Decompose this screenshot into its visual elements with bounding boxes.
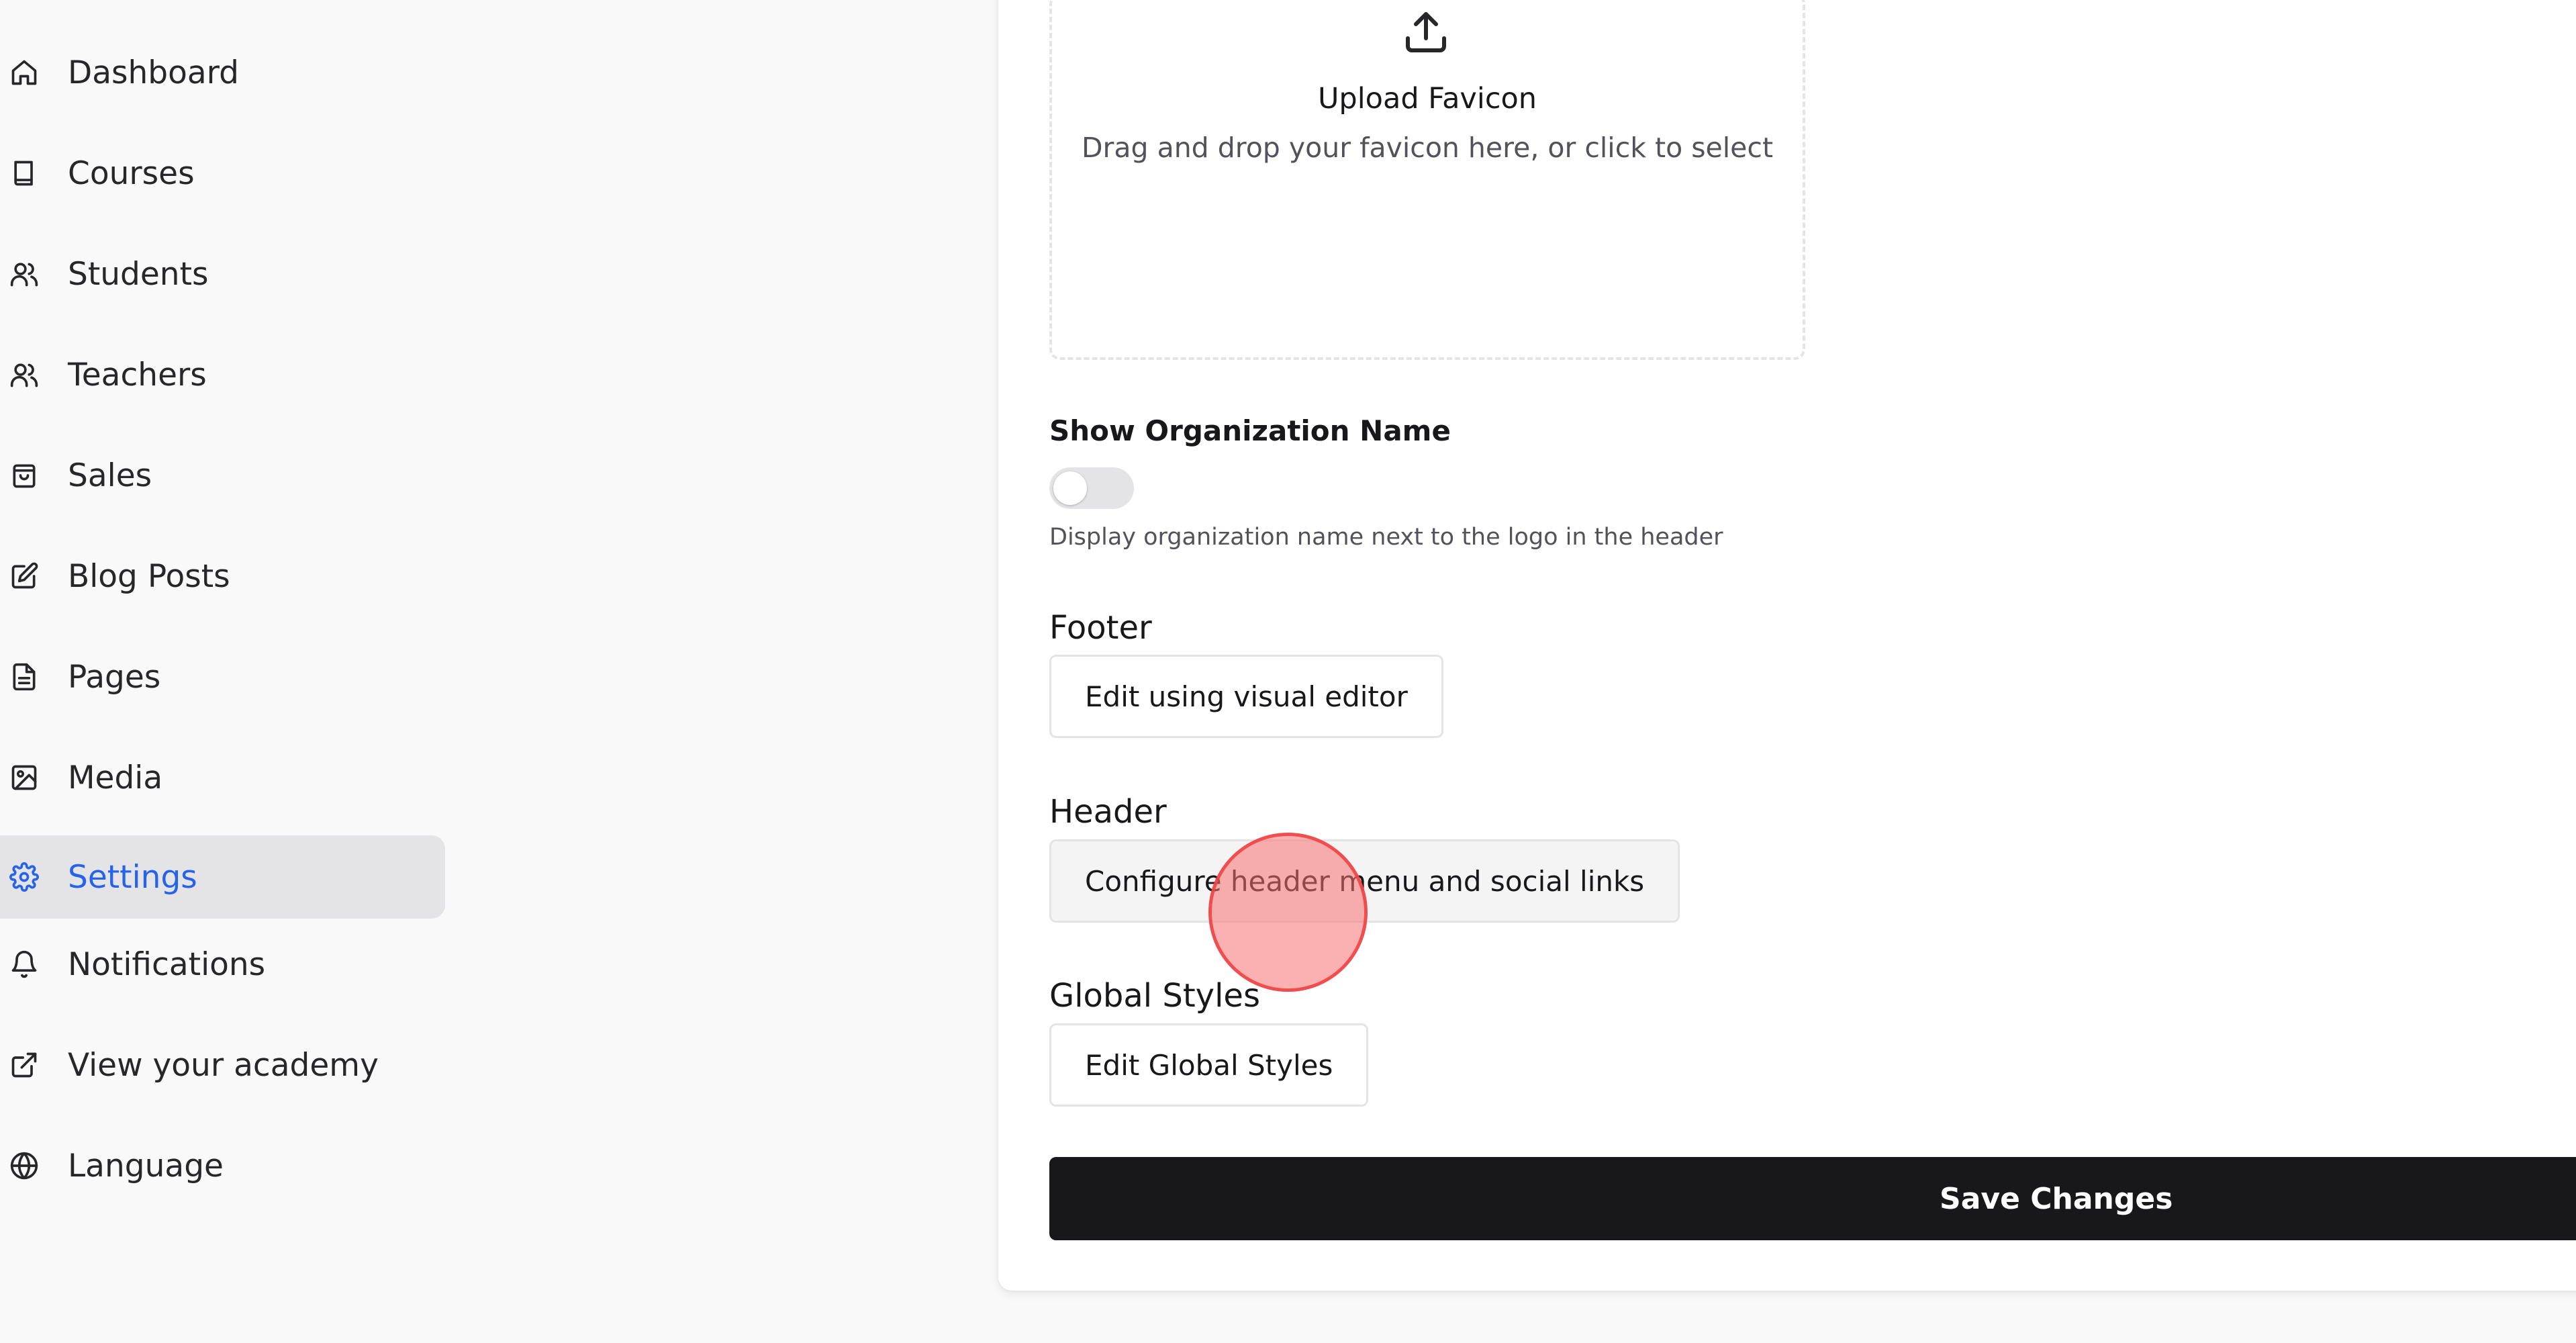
sidebar-item-label: View your academy <box>68 1046 379 1084</box>
dropzone-subtitle: Drag and drop your favicon here, or clic… <box>1081 132 1774 164</box>
sidebar-item-students[interactable]: Students <box>0 232 445 316</box>
sidebar-item-settings[interactable]: Settings <box>0 835 445 919</box>
sidebar-item-teachers[interactable]: Teachers <box>0 333 445 416</box>
sidebar-item-sales[interactable]: Sales <box>0 434 445 517</box>
book-icon <box>7 156 42 191</box>
sidebar-item-label: Language <box>68 1147 224 1185</box>
edit-icon <box>7 559 42 594</box>
save-changes-label: Save Changes <box>1940 1181 2173 1216</box>
sidebar-item-label: Teachers <box>68 356 207 393</box>
sidebar-item-notifications[interactable]: Notifications <box>0 923 445 1006</box>
sidebar-item-label: Notifications <box>68 945 266 983</box>
gear-icon <box>7 860 42 894</box>
save-changes-button[interactable]: Save Changes <box>1049 1157 2576 1240</box>
edit-footer-button[interactable]: Edit using visual editor <box>1049 655 1443 738</box>
image-icon <box>7 760 42 795</box>
shopping-bag-icon <box>7 458 42 493</box>
click-indicator <box>1208 833 1368 992</box>
edit-global-styles-button[interactable]: Edit Global Styles <box>1049 1023 1369 1107</box>
sidebar-item-label: Media <box>68 759 163 796</box>
sidebar-item-label: Pages <box>68 658 161 696</box>
sidebar-item-label: Dashboard <box>68 54 239 91</box>
sidebar-item-courses[interactable]: Courses <box>0 132 445 215</box>
sidebar-item-label: Settings <box>68 858 197 896</box>
file-text-icon <box>7 659 42 694</box>
external-link-icon <box>7 1048 42 1082</box>
globe-icon <box>7 1148 42 1183</box>
dropzone-title: Upload Favicon <box>1317 82 1537 115</box>
sidebar-item-language[interactable]: Language <box>0 1124 445 1207</box>
sidebar-item-label: Students <box>68 255 209 293</box>
sidebar-item-label: Blog Posts <box>68 557 230 595</box>
bell-icon <box>7 947 42 982</box>
show-org-name-help: Display organization name next to the lo… <box>1049 524 1723 551</box>
header-label: Header <box>1049 793 1167 831</box>
sidebar-item-blog-posts[interactable]: Blog Posts <box>0 535 445 618</box>
toggle-knob <box>1053 471 1087 505</box>
favicon-dropzone[interactable]: Upload Favicon Drag and drop your favico… <box>1049 0 1805 360</box>
sidebar: Dashboard Courses Students Teachers Sale… <box>0 0 480 1343</box>
footer-label: Footer <box>1049 609 1152 647</box>
home-icon <box>7 55 42 90</box>
sidebar-item-media[interactable]: Media <box>0 736 445 819</box>
users-icon <box>7 357 42 392</box>
global-styles-label: Global Styles <box>1049 977 1260 1015</box>
upload-icon <box>1402 8 1450 56</box>
sidebar-item-dashboard[interactable]: Dashboard <box>0 31 445 114</box>
sidebar-item-label: Sales <box>68 457 152 494</box>
users-icon <box>7 257 42 291</box>
show-org-name-label: Show Organization Name <box>1049 414 1451 447</box>
sidebar-item-view-academy[interactable]: View your academy <box>0 1023 445 1107</box>
sidebar-item-pages[interactable]: Pages <box>0 635 445 719</box>
sidebar-item-label: Courses <box>68 154 195 192</box>
show-org-name-toggle[interactable] <box>1049 467 1134 509</box>
